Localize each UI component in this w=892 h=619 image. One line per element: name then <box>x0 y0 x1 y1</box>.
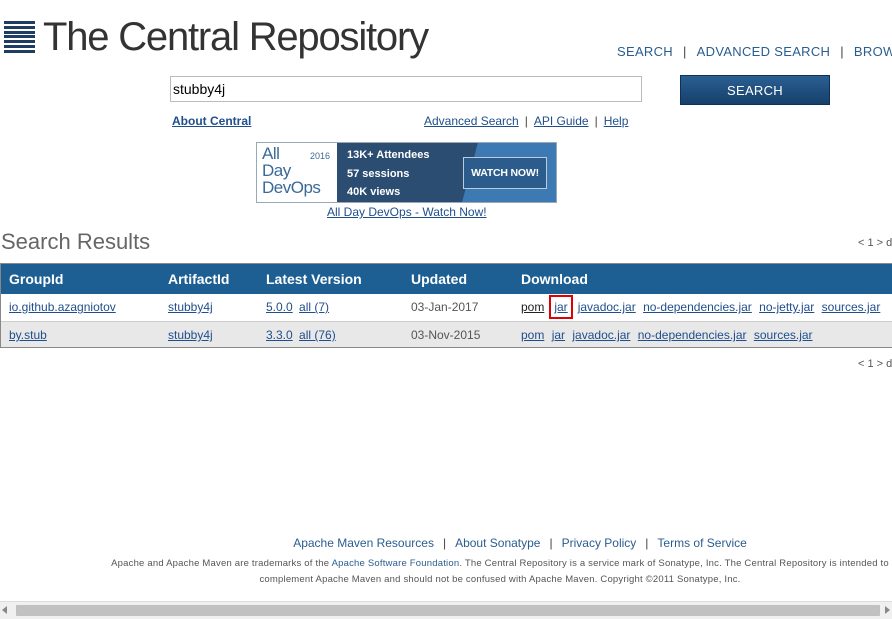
footer-privacy-link[interactable]: Privacy Policy <box>562 536 637 550</box>
separator: | <box>594 114 598 128</box>
table-header: GroupId ArtifactId Latest Version Update… <box>1 264 892 294</box>
footer-legal: Apache and Apache Maven are trademarks o… <box>110 556 890 588</box>
download-pom-link[interactable]: pom <box>521 300 544 314</box>
download-links: pom jar javadoc.jar no-dependencies.jar … <box>521 328 817 342</box>
banner-stat: 13K+ Attendees <box>347 149 430 161</box>
col-artifactid[interactable]: ArtifactId <box>168 271 229 287</box>
banner-stats: 13K+ Attendees 57 sessions 40K views <box>347 146 429 202</box>
col-download: Download <box>521 271 588 287</box>
all-versions-link[interactable]: all (76) <box>299 328 336 342</box>
banner-stat: 57 sessions <box>347 167 410 180</box>
pager-bottom[interactable]: < 1 > d <box>858 358 892 370</box>
separator: | <box>549 536 553 550</box>
separator: | <box>645 536 649 550</box>
separator: | <box>442 536 447 550</box>
download-jar-link[interactable]: jar <box>549 295 573 319</box>
nav-browse[interactable]: BROWSE <box>854 44 892 59</box>
search-input[interactable] <box>170 76 642 102</box>
footer-terms-link[interactable]: Terms of Service <box>657 536 746 550</box>
download-no-dependencies-link[interactable]: no-dependencies.jar <box>638 328 747 342</box>
top-nav: SEARCH | ADVANCED SEARCH | BROWSE <box>617 44 892 59</box>
nav-separator: | <box>840 44 844 59</box>
scrollbar-thumb[interactable] <box>16 605 880 616</box>
separator: | <box>524 114 528 128</box>
version-link[interactable]: 3.3.0 <box>266 328 293 342</box>
artifact-link[interactable]: stubby4j <box>168 328 213 342</box>
search-button[interactable]: SEARCH <box>680 75 830 105</box>
download-pom-link[interactable]: pom <box>521 328 544 342</box>
nav-separator: | <box>682 44 687 59</box>
api-guide-link[interactable]: API Guide <box>534 114 589 128</box>
download-jar-link[interactable]: jar <box>552 328 565 342</box>
download-sources-link[interactable]: sources.jar <box>754 328 813 342</box>
col-latest-version[interactable]: Latest Version <box>266 271 362 287</box>
apache-foundation-link[interactable]: Apache Software Foundation <box>332 558 460 569</box>
banner-stats-area: 13K+ Attendees 57 sessions 40K views WAT… <box>337 143 556 202</box>
download-no-dependencies-link[interactable]: no-dependencies.jar <box>643 300 752 314</box>
scroll-left-arrow-icon[interactable] <box>2 606 7 614</box>
devops-banner[interactable]: All Day DevOps 2016 13K+ Attendees 57 se… <box>256 142 557 203</box>
horizontal-scrollbar[interactable] <box>0 601 892 619</box>
banner-year: 2016 <box>310 151 331 161</box>
nav-search[interactable]: SEARCH <box>617 44 673 59</box>
search-sublinks: Advanced Search | API Guide | Help <box>424 114 628 128</box>
devops-watch-link[interactable]: All Day DevOps - Watch Now! <box>327 205 487 219</box>
col-groupid[interactable]: GroupId <box>9 271 63 287</box>
download-javadoc-link[interactable]: javadoc.jar <box>578 300 636 314</box>
scroll-right-arrow-icon[interactable] <box>885 606 890 614</box>
footer-links: Apache Maven Resources | About Sonatype | Pr… <box>0 536 892 550</box>
pager-top[interactable]: < 1 > d <box>858 237 892 249</box>
footer-maven-resources-link[interactable]: Apache Maven Resources <box>293 536 434 550</box>
table-row: by.stub stubby4j 3.3.0 all (76) 03-Nov-2… <box>1 321 892 347</box>
updated-date: 03-Nov-2015 <box>411 328 481 342</box>
results-title: Search Results <box>1 229 151 254</box>
table-row: io.github.azagniotov stubby4j 5.0.0 all … <box>1 294 892 321</box>
footer-about-sonatype-link[interactable]: About Sonatype <box>455 536 540 550</box>
download-sources-link[interactable]: sources.jar <box>822 300 881 314</box>
logo-stack-icon <box>4 21 35 53</box>
banner-stat: 40K views <box>347 186 401 198</box>
group-link[interactable]: by.stub <box>9 328 47 342</box>
help-link[interactable]: Help <box>604 114 629 128</box>
watch-now-button[interactable]: WATCH NOW! <box>463 157 547 189</box>
results-table: GroupId ArtifactId Latest Version Update… <box>0 263 892 348</box>
version-link[interactable]: 5.0.0 <box>266 300 293 314</box>
logo[interactable]: The Central Repository <box>4 15 429 59</box>
download-javadoc-link[interactable]: javadoc.jar <box>572 328 630 342</box>
advanced-search-link[interactable]: Advanced Search <box>424 114 519 128</box>
group-link[interactable]: io.github.azagniotov <box>9 300 116 314</box>
download-no-jetty-link[interactable]: no-jetty.jar <box>759 300 814 314</box>
artifact-link[interactable]: stubby4j <box>168 300 213 314</box>
about-central-link[interactable]: About Central <box>172 114 251 128</box>
all-versions-link[interactable]: all (7) <box>299 300 329 314</box>
col-updated[interactable]: Updated <box>411 271 467 287</box>
nav-advanced-search[interactable]: ADVANCED SEARCH <box>697 44 831 59</box>
download-links: pom jar javadoc.jar no-dependencies.jar no… <box>521 295 884 319</box>
legal-text: Apache and Apache Maven are trademarks o… <box>111 558 330 569</box>
banner-brand-area: All Day DevOps 2016 <box>257 143 337 202</box>
logo-text: The Central Repository <box>43 15 429 59</box>
updated-date: 03-Jan-2017 <box>411 300 479 314</box>
